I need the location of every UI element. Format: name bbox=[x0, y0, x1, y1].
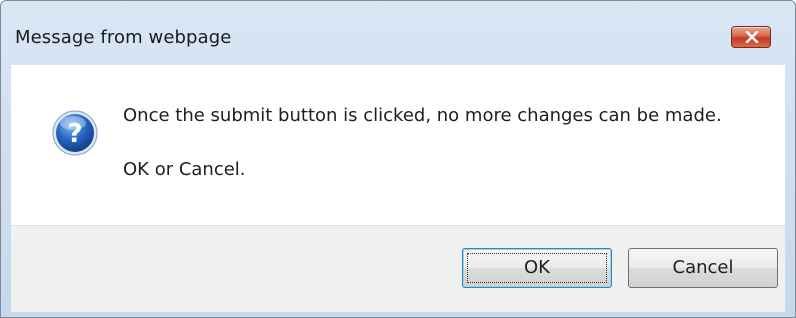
button-bar: OK Cancel bbox=[11, 225, 785, 312]
svg-text:?: ? bbox=[67, 119, 82, 149]
window-title: Message from webpage bbox=[15, 27, 232, 48]
close-button[interactable] bbox=[731, 26, 771, 48]
ok-button-label: OK bbox=[524, 257, 550, 278]
question-icon: ? bbox=[52, 110, 98, 156]
ok-button[interactable]: OK bbox=[462, 248, 612, 288]
title-bar[interactable]: Message from webpage bbox=[1, 1, 795, 65]
message-text: Once the submit button is clicked, no mo… bbox=[123, 105, 722, 126]
dialog-window: Message from webpage ? Once the submit b… bbox=[0, 0, 796, 318]
close-icon bbox=[745, 31, 759, 43]
message-area: ? Once the submit button is clicked, no … bbox=[11, 65, 785, 225]
message-prompt: OK or Cancel. bbox=[123, 159, 246, 180]
cancel-button-label: Cancel bbox=[672, 257, 734, 278]
cancel-button[interactable]: Cancel bbox=[628, 248, 778, 288]
